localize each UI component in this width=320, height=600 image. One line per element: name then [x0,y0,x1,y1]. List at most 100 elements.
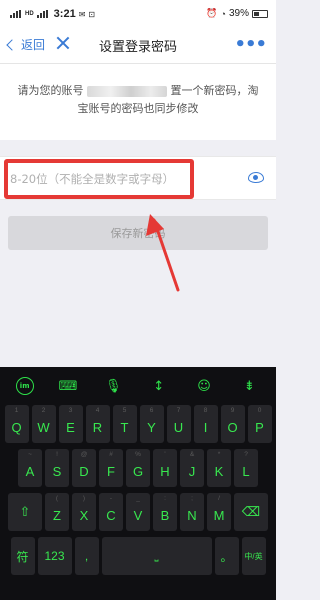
key-t[interactable]: 5T [112,405,137,443]
emoji-icon[interactable]: ☺ [193,375,215,397]
key-label: B [160,507,170,523]
more-menu-button[interactable]: ••• [234,34,267,55]
key-hint: % [135,451,141,458]
key-label: G [132,463,144,479]
key-y[interactable]: 6Y [139,405,164,443]
nav-bar: 返回 设置登录密码 ••• [0,26,276,64]
key-r[interactable]: 4R [85,405,110,443]
key-q[interactable]: 1Q [4,405,29,443]
key-label: J [188,463,196,479]
comma-key-label: , [84,549,89,563]
key-s[interactable]: ! S [45,449,69,487]
key-v[interactable]: _ V [126,493,150,531]
key-e[interactable]: 3E [58,405,83,443]
key-label: N [187,507,197,523]
status-bar: HD 3:21 ✉ ⊡ ⏰ ◔ 39% [0,0,276,26]
instruction-panel: 请为您的账号 置一个新密码，淘宝账号的密码也同步修改 [0,64,276,140]
key-hint: / [218,495,220,502]
key-b[interactable]: :B [153,493,177,531]
key-n[interactable]: ; N [180,493,204,531]
period-key-label: 。 [220,549,233,564]
chevron-left-icon [6,38,18,51]
key-hint: ! [56,451,58,458]
show-password-eye-icon[interactable] [248,172,264,183]
key-hint: ? [244,451,248,458]
key-m[interactable]: / M [207,493,231,531]
key-label: Z [53,507,61,523]
shift-icon: ⇧ [19,504,31,519]
key-hint: ~ [28,451,32,458]
key-a[interactable]: ~ A [18,449,42,487]
key-label: K [214,463,224,479]
keyboard-row-2: ~ A! S @ D # F% G ' H & J * K? L [0,449,276,487]
key-g[interactable]: % G [126,449,150,487]
key-h[interactable]: ' H [153,449,177,487]
key-label: D [79,463,89,479]
key-hint: 1 [14,407,19,414]
key-hint: 8 [203,407,208,414]
notification-icon: ✉ [78,9,86,19]
key-hint: _ [136,495,140,502]
key-label: I [203,419,208,435]
key-label: Y [147,419,156,435]
shift-key[interactable]: ⇧ [8,493,42,531]
keyboard-row-3: ⇧ (Z) X - C _ V: B; N / M ⌫ [0,493,276,531]
key-label: C [106,507,116,523]
symbol-key[interactable]: 符 [10,537,35,575]
password-input-panel [0,156,276,200]
keyboard-icon[interactable]: ⌨ [57,375,79,397]
number-key[interactable]: 123 [37,537,72,575]
key-label: M [213,507,225,523]
key-o[interactable]: 9O [220,405,245,443]
key-label: O [227,419,238,435]
key-l[interactable]: ? L [234,449,258,487]
key-label: S [52,463,62,479]
key-f[interactable]: # F [99,449,123,487]
instruction-prefix: 请为您的账号 [17,84,84,97]
comma-key[interactable]: , [74,537,99,575]
ime-logo-icon[interactable]: im [15,377,34,395]
close-icon[interactable] [56,36,70,50]
key-hint: 5 [122,407,127,414]
key-j[interactable]: & J [180,449,204,487]
key-hint: 0 [257,407,262,414]
backspace-key[interactable]: ⌫ [234,493,268,531]
language-switch-key[interactable]: 中/英 [241,537,266,575]
key-k[interactable]: * K [207,449,231,487]
symbol-key-label: 符 [16,549,29,564]
key-label: U [173,419,184,435]
key-x[interactable]: ) X [72,493,96,531]
period-key[interactable]: 。 [214,537,239,575]
key-z[interactable]: (Z [45,493,69,531]
new-password-input[interactable] [4,159,194,199]
key-label: L [242,463,250,479]
key-label: P [255,419,264,435]
backspace-icon: ⌫ [241,504,261,519]
masked-account-number [87,85,167,97]
cursor-move-icon[interactable]: ↕ [148,375,170,397]
collapse-keyboard-icon[interactable]: ⇟ [238,375,260,397]
battery-percent: 39% [228,8,249,19]
key-p[interactable]: 0P [247,405,272,443]
key-u[interactable]: 7U [166,405,191,443]
space-key[interactable]: ⎵ [101,537,212,575]
save-new-password-button[interactable]: 保存新密码 [8,216,268,250]
microphone-icon[interactable]: 🎙︎ [102,375,124,397]
key-hint: : [164,495,166,502]
key-label: A [25,463,35,479]
key-hint: & [189,451,195,458]
key-w[interactable]: 2W [31,405,56,443]
key-hint: 4 [95,407,100,414]
key-hint: * [217,451,221,458]
keyboard-row-1: 1Q2W3E4R5T6Y7U8I9O0P [0,405,276,443]
key-c[interactable]: -C [99,493,123,531]
key-i[interactable]: 8I [193,405,218,443]
key-d[interactable]: @ D [72,449,96,487]
key-hint: ' [164,451,166,458]
key-hint: ; [191,495,193,502]
key-hint: # [109,451,113,458]
key-label: F [107,463,115,479]
key-hint: 6 [149,407,154,414]
back-button[interactable]: 返回 [6,36,45,53]
status-bar-right: ⏰ ◔ 39% [206,8,268,19]
